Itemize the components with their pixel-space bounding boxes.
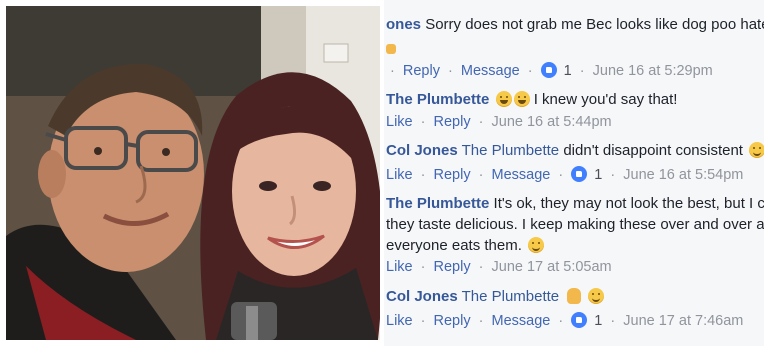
comment-author[interactable]: The Plumbette	[386, 195, 489, 212]
mention-tag[interactable]: The Plumbette	[462, 288, 560, 305]
separator: ·	[420, 114, 426, 130]
reaction-count[interactable]: 1	[594, 167, 602, 183]
comment-author[interactable]: Col Jones	[386, 142, 458, 159]
separator: ·	[390, 63, 395, 79]
comment-author[interactable]: The Plumbette	[386, 91, 489, 108]
smile-emoji-icon	[587, 288, 604, 304]
timestamp[interactable]: June 16 at 5:29pm	[593, 63, 713, 79]
comment-author[interactable]: ones	[386, 16, 421, 33]
timestamp[interactable]: June 17 at 5:05am	[492, 259, 612, 275]
like-link[interactable]: Like	[386, 313, 413, 329]
like-link[interactable]: Like	[386, 167, 413, 183]
ok-hand-emoji-icon	[386, 44, 396, 54]
like-link[interactable]: Like	[386, 114, 413, 130]
separator: ·	[478, 114, 484, 130]
comment-3: Col Jones The Plumbette didn't disappoin…	[386, 142, 764, 159]
smile-emoji-icon	[749, 142, 764, 158]
comment-text: didn't disappoint consistent	[563, 142, 743, 159]
smile-emoji-icon	[528, 237, 545, 253]
comment-5: Col Jones The Plumbette	[386, 288, 604, 305]
separator: ·	[579, 63, 585, 79]
timestamp[interactable]: June 16 at 5:54pm	[623, 167, 743, 183]
separator: ·	[478, 167, 484, 183]
like-badge-icon	[571, 312, 588, 328]
separator: ·	[478, 259, 484, 275]
laugh-emoji-icon	[495, 91, 512, 107]
separator: ·	[478, 313, 484, 329]
selfie-photo-illustration	[6, 6, 380, 340]
like-badge-icon	[571, 166, 588, 182]
reply-link[interactable]: Reply	[434, 313, 471, 329]
comment-text-line-1: It's ok, they may not look the best, but…	[493, 195, 764, 212]
reply-link[interactable]: Reply	[434, 114, 471, 130]
comment-4-actions: Like · Reply · June 17 at 5:05am	[386, 259, 612, 275]
message-link[interactable]: Message	[492, 313, 551, 329]
reaction-count[interactable]: 1	[594, 313, 602, 329]
comment-4-line-3: everyone eats them.	[386, 237, 545, 254]
reply-link[interactable]: Reply	[434, 259, 471, 275]
comment-text-line-2: they taste delicious. I keep making thes…	[386, 216, 764, 233]
like-link[interactable]: Like	[386, 259, 413, 275]
comment-thread: ones Sorry does not grab me Bec looks li…	[384, 0, 764, 346]
comment-text-line-3: everyone eats them.	[386, 237, 522, 254]
separator: ·	[558, 167, 564, 183]
comment-3-actions: Like · Reply · Message · 1 · June 16 at …	[386, 166, 743, 183]
comment-4-line-2: they taste delicious. I keep making thes…	[386, 216, 764, 233]
comment-text: I knew you'd say that!	[533, 91, 678, 108]
reply-link[interactable]: Reply	[403, 63, 440, 79]
laugh-emoji-icon	[513, 91, 530, 107]
message-link[interactable]: Message	[461, 63, 520, 79]
timestamp[interactable]: June 16 at 5:44pm	[492, 114, 612, 130]
separator: ·	[420, 259, 426, 275]
separator: ·	[558, 313, 564, 329]
separator: ·	[420, 167, 426, 183]
separator: ·	[420, 313, 426, 329]
comment-4: The Plumbette It's ok, they may not look…	[386, 195, 764, 212]
reply-link[interactable]: Reply	[434, 167, 471, 183]
separator: ·	[447, 63, 453, 79]
mention-tag[interactable]: The Plumbette	[462, 142, 560, 159]
timestamp[interactable]: June 17 at 7:46am	[623, 313, 743, 329]
comment-1: ones Sorry does not grab me Bec looks li…	[386, 16, 764, 33]
like-badge-icon	[540, 62, 557, 78]
selfie-photo	[6, 6, 380, 340]
message-link[interactable]: Message	[492, 167, 551, 183]
comment-1-actions: · Reply · Message · 1 · June 16 at 5:29p…	[386, 62, 713, 79]
reaction-count[interactable]: 1	[564, 63, 572, 79]
separator: ·	[610, 313, 616, 329]
separator: ·	[527, 63, 533, 79]
comment-2: The Plumbette I knew you'd say that!	[386, 91, 677, 108]
comment-author[interactable]: Col Jones	[386, 288, 458, 305]
comment-text: Sorry does not grab me Bec looks like do…	[425, 16, 764, 33]
comment-5-actions: Like · Reply · Message · 1 · June 17 at …	[386, 312, 743, 329]
comment-2-actions: Like · Reply · June 16 at 5:44pm	[386, 114, 612, 130]
separator: ·	[610, 167, 616, 183]
ok-hand-emoji-icon	[567, 288, 582, 304]
